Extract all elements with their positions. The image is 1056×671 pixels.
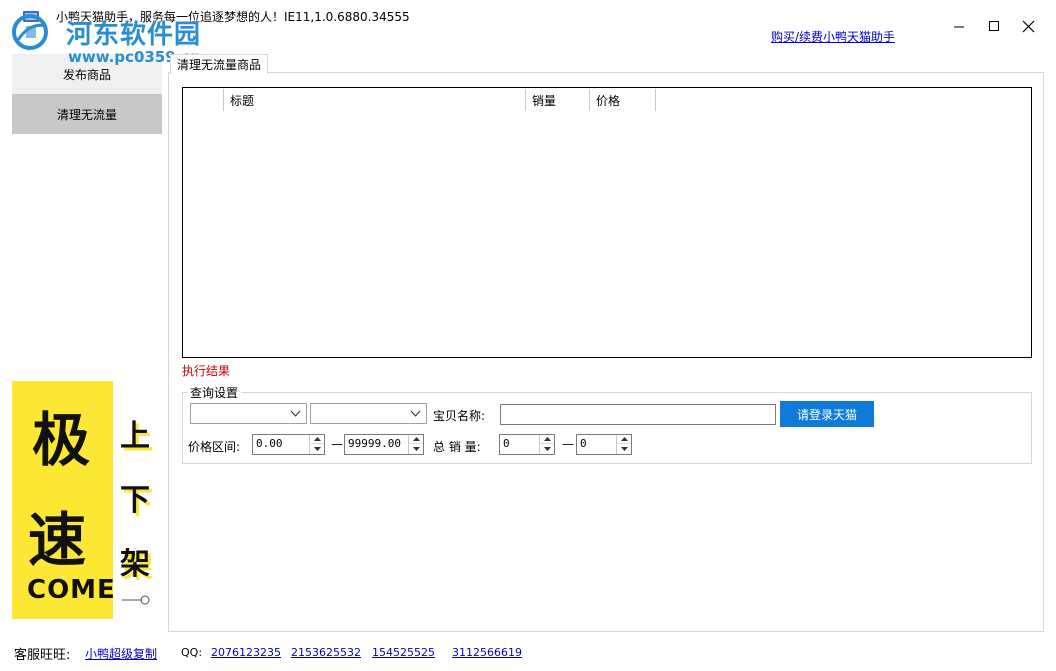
banner-char-shang: 上 — [120, 419, 150, 454]
sidebar-item-publish[interactable]: 发布商品 — [12, 54, 162, 94]
sales-range-dash: — — [562, 437, 574, 451]
footer: 客服旺旺: 小鸭超级复制 QQ: 2076123235 2153625532 1… — [0, 640, 1056, 666]
chevron-down-icon — [410, 410, 421, 417]
caret-up-icon — [313, 437, 321, 441]
maximize-icon[interactable] — [980, 14, 1010, 38]
price-range-dash: — — [331, 437, 343, 451]
price-min-up-button[interactable] — [310, 435, 324, 444]
price-max-up-button[interactable] — [409, 435, 423, 444]
sidebar-item-clean-no-traffic[interactable]: 清理无流量 — [12, 94, 162, 134]
sales-max-stepper[interactable]: 0 — [576, 434, 632, 455]
customer-service-label: 客服旺旺: — [14, 648, 71, 663]
price-max-down-button[interactable] — [409, 444, 423, 453]
caret-down-icon — [620, 446, 628, 451]
price-max-value: 99999.00 — [348, 437, 401, 450]
sales-max-down-button[interactable] — [617, 444, 631, 453]
column-header-select[interactable] — [184, 89, 224, 111]
column-header-title[interactable]: 标题 — [224, 89, 526, 111]
total-sales-label: 总 销 量: — [433, 440, 481, 454]
sales-min-stepper[interactable]: 0 — [499, 434, 555, 455]
column-header-price[interactable]: 价格 — [590, 89, 656, 111]
tab-clean-no-traffic-items[interactable]: 清理无流量商品 — [170, 54, 268, 74]
item-name-label: 宝贝名称: — [433, 409, 486, 423]
price-range-label: 价格区间: — [188, 440, 241, 454]
caret-down-icon — [412, 446, 420, 451]
caret-down-icon — [313, 446, 321, 451]
price-max-spin-buttons — [408, 435, 423, 454]
price-min-stepper[interactable]: 0.00 — [252, 434, 325, 455]
sales-max-spin-buttons — [616, 435, 631, 454]
qq-link-2[interactable]: 2153625532 — [291, 646, 361, 659]
price-max-stepper[interactable]: 99999.00 — [344, 434, 424, 455]
category-select-2[interactable] — [310, 403, 427, 424]
items-table[interactable]: 标题 销量 价格 — [182, 87, 1032, 358]
banner-char-xia: 下 — [120, 483, 150, 518]
qq-label: QQ: — [181, 646, 203, 659]
category-select-1[interactable] — [190, 403, 307, 424]
price-min-value: 0.00 — [256, 437, 283, 450]
qq-link-3[interactable]: 154525525 — [372, 646, 435, 659]
banner-deco-icon — [122, 595, 150, 605]
sidebar: 发布商品 清理无流量 — [12, 54, 162, 134]
item-name-input[interactable] — [500, 404, 776, 425]
qq-link-1[interactable]: 2076123235 — [211, 646, 281, 659]
minimize-icon[interactable] — [944, 14, 974, 38]
price-min-spin-buttons — [309, 435, 324, 454]
login-tmall-button[interactable]: 请登录天猫 — [780, 401, 874, 427]
banner-char-ji: 极 — [32, 406, 91, 474]
app-icon — [23, 11, 39, 22]
sales-min-spin-buttons — [539, 435, 554, 454]
caret-up-icon — [543, 437, 551, 441]
caret-down-icon — [543, 446, 551, 451]
query-settings-legend: 查询设置 — [187, 384, 242, 401]
banner-come: COME — [27, 575, 116, 605]
caret-up-icon — [412, 437, 420, 441]
caret-up-icon — [620, 437, 628, 441]
sales-max-value: 0 — [580, 437, 587, 450]
wangwang-link[interactable]: 小鸭超级复制 — [85, 645, 157, 662]
qq-link-4[interactable]: 3112566619 — [452, 646, 522, 659]
sales-min-up-button[interactable] — [540, 435, 554, 444]
promo-banner: 极 速 COME 上 下 架 — [12, 381, 162, 621]
sales-min-down-button[interactable] — [540, 444, 554, 453]
result-label: 执行结果 — [182, 364, 231, 378]
chevron-down-icon — [290, 410, 301, 417]
banner-char-jia: 架 — [120, 547, 150, 582]
sales-min-value: 0 — [503, 437, 510, 450]
close-icon[interactable] — [1014, 14, 1044, 38]
buy-renew-link[interactable]: 购买/续费小鸭天猫助手 — [771, 28, 895, 45]
title-bar: 小鸭天猫助手，服务每一位追逐梦想的人！IE11,1.0.6880.34555 购… — [0, 0, 1056, 56]
banner-char-su: 速 — [28, 506, 87, 574]
table-header: 标题 销量 价格 — [184, 89, 656, 111]
price-min-down-button[interactable] — [310, 444, 324, 453]
window-title: 小鸭天猫助手，服务每一位追逐梦想的人！IE11,1.0.6880.34555 — [56, 10, 410, 24]
column-header-sales[interactable]: 销量 — [526, 89, 590, 111]
sales-max-up-button[interactable] — [617, 435, 631, 444]
